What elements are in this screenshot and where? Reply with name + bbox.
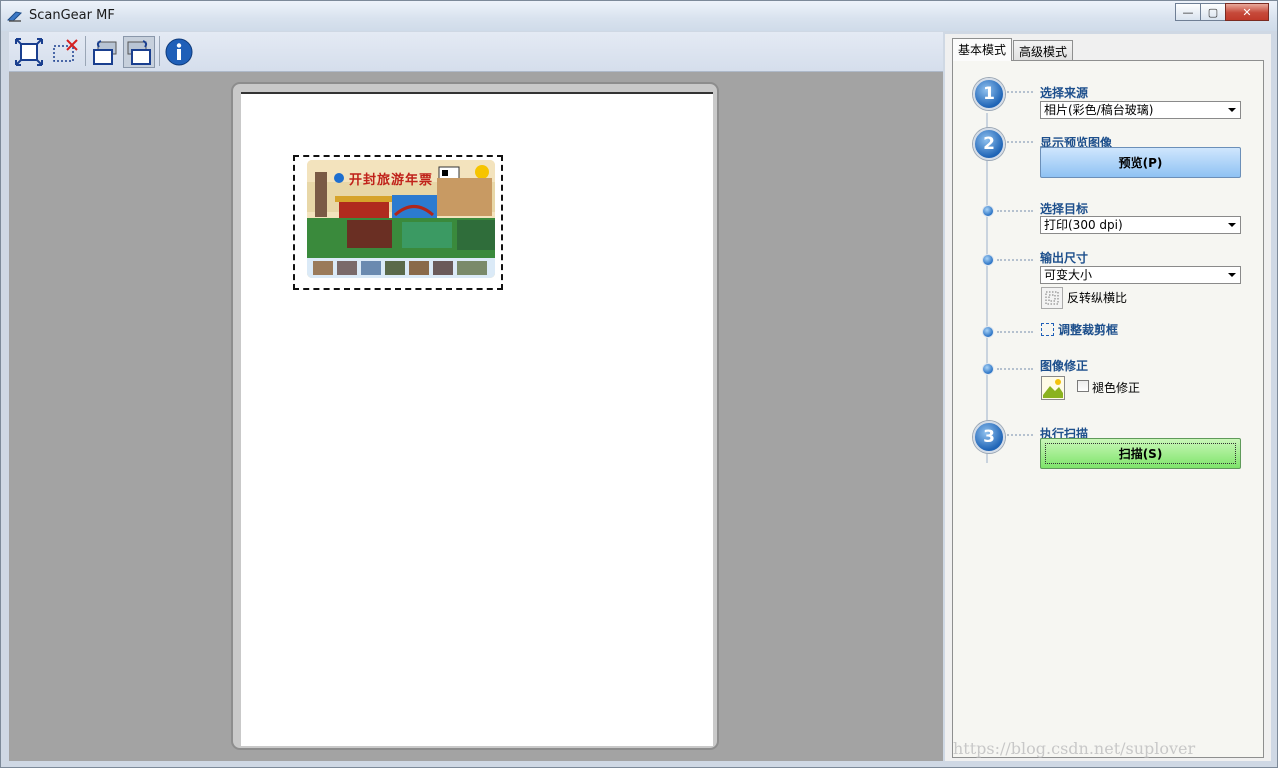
basic-mode-panel: 1 选择来源 相片(彩色/稿台玻璃) 2 显示预览图像 预览(P) 选择目标 打… (952, 60, 1264, 758)
remove-crop-frame-icon (53, 39, 78, 62)
maximize-button[interactable]: ▢ (1200, 3, 1226, 21)
window-title: ScanGear MF (29, 8, 115, 23)
title-bar[interactable]: ScanGear MF — ▢ ✕ (1, 1, 1277, 31)
output-size-select[interactable]: 可变大小 (1040, 266, 1241, 284)
step-dots (1007, 141, 1033, 145)
crop-frame[interactable]: 开封旅游年票 (293, 155, 503, 290)
fade-correction-checkbox[interactable] (1077, 380, 1089, 392)
info-button[interactable] (163, 36, 195, 68)
minimize-button[interactable]: — (1175, 3, 1201, 21)
image-correction-label: 图像修正 (1040, 359, 1089, 373)
window-controls: — ▢ ✕ (1175, 3, 1269, 23)
fade-correction-icon (1041, 376, 1065, 400)
rotate-left-icon (93, 40, 117, 65)
rotate-right-icon (127, 40, 151, 65)
step-dot-icon (982, 363, 994, 375)
step-dots (997, 331, 1033, 335)
swap-aspect-label: 反转纵横比 (1067, 291, 1128, 305)
source-label: 选择来源 (1040, 86, 1089, 100)
watermark: https://blog.csdn.net/suplover (953, 739, 1196, 758)
mode-tabs: 基本模式 高级模式 (952, 38, 1074, 61)
auto-crop-button[interactable] (13, 36, 45, 68)
chevron-down-icon (1228, 223, 1236, 227)
step-dots (997, 368, 1033, 372)
step-1-icon: 1 (973, 78, 1005, 110)
output-size-label: 输出尺寸 (1040, 251, 1089, 265)
preview-area[interactable]: 开封旅游年票 (9, 72, 943, 761)
step-2-icon: 2 (973, 128, 1005, 160)
destination-value: 打印(300 dpi) (1044, 218, 1123, 232)
step-dots (997, 210, 1033, 214)
step-dots (1007, 91, 1033, 95)
info-icon (165, 38, 193, 66)
crop-frame-icon (1041, 323, 1054, 336)
preview-button-label: 预览(P) (1118, 156, 1163, 170)
preview-button[interactable]: 预览(P) (1040, 147, 1241, 178)
tab-basic-mode[interactable]: 基本模式 (952, 38, 1013, 61)
auto-crop-icon (15, 38, 43, 66)
close-button[interactable]: ✕ (1225, 3, 1269, 21)
source-select[interactable]: 相片(彩色/稿台玻璃) (1040, 101, 1241, 119)
scan-button[interactable]: 扫描(S) (1040, 438, 1241, 469)
focus-ring (1045, 443, 1236, 464)
scangear-window: ScanGear MF — ▢ ✕ 开封旅游年票 基本模式 高级模式 1 选择来… (0, 0, 1278, 768)
adjust-crop-label[interactable]: 调整裁剪框 (1058, 321, 1118, 338)
toolbar (9, 32, 943, 72)
step-3-icon: 3 (973, 421, 1005, 453)
maximize-icon: ▢ (1207, 5, 1219, 19)
platen: 开封旅游年票 (231, 82, 719, 750)
destination-label: 选择目标 (1040, 202, 1089, 216)
source-value: 相片(彩色/稿台玻璃) (1044, 103, 1154, 117)
landscape-icon (1042, 377, 1064, 399)
output-size-value: 可变大小 (1044, 268, 1093, 282)
rotate-left-button[interactable] (89, 36, 121, 68)
close-icon: ✕ (1242, 5, 1252, 19)
toolbar-separator (159, 36, 160, 66)
swap-aspect-button[interactable] (1041, 287, 1063, 309)
swap-aspect-icon (1045, 291, 1059, 305)
destination-select[interactable]: 打印(300 dpi) (1040, 216, 1241, 234)
settings-panel: 基本模式 高级模式 1 选择来源 相片(彩色/稿台玻璃) 2 显示预览图像 预览… (945, 34, 1271, 761)
step-dots (997, 259, 1033, 263)
tab-advanced-mode[interactable]: 高级模式 (1013, 40, 1074, 60)
step-connector (986, 113, 988, 463)
chevron-down-icon (1228, 108, 1236, 112)
toolbar-separator (85, 36, 86, 66)
minimize-icon: — (1182, 5, 1194, 19)
scanned-page: 开封旅游年票 (241, 92, 713, 746)
remove-crop-frame-button[interactable] (49, 36, 81, 68)
step-dot-icon (982, 205, 994, 217)
rotate-right-button[interactable] (123, 36, 155, 68)
step-dot-icon (982, 326, 994, 338)
preview-photo: 开封旅游年票 (307, 160, 495, 278)
step-dot-icon (982, 254, 994, 266)
app-icon (7, 11, 23, 22)
fade-correction-label: 褪色修正 (1092, 381, 1141, 395)
step-dots (1007, 434, 1033, 438)
photo-caption: 开封旅游年票 (349, 173, 434, 188)
chevron-down-icon (1228, 273, 1236, 277)
